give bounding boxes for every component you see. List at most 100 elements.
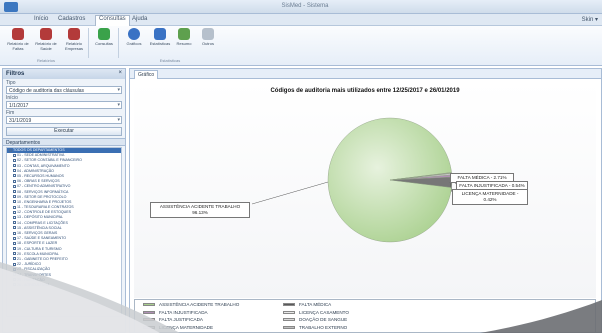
execute-button[interactable]: Executar: [6, 127, 122, 136]
checkbox-icon[interactable]: [13, 267, 16, 271]
checkbox-icon[interactable]: [13, 158, 16, 162]
filter-panel-title: Filtros: [6, 71, 25, 77]
report-empresas-button[interactable]: Relatório Empresas: [60, 28, 88, 58]
outros-button[interactable]: Outros: [194, 28, 222, 58]
checkbox-icon[interactable]: [13, 231, 16, 235]
legend-label: ASSISTÊNCIA ACIDENTE TRABALHO: [159, 302, 240, 307]
checkbox-icon[interactable]: [13, 210, 16, 214]
checkbox-icon[interactable]: [13, 215, 16, 219]
department-tree[interactable]: TODOS OS DEPARTAMENTOS 01 - SEDE ADMINIST…: [6, 147, 122, 317]
tree-item-label: 11 - TESOURARIA E CONTRATOS: [17, 205, 74, 210]
legend-swatch: [283, 325, 295, 329]
legend-item: DOAÇÃO DE SANGUE: [283, 317, 347, 322]
checkbox-icon[interactable]: [13, 164, 16, 168]
checkbox-icon[interactable]: [13, 153, 16, 157]
ribbon-group-label: Relatórios: [36, 58, 55, 63]
tree-item-label: 25 - HABITAÇÃO: [17, 277, 45, 282]
menu-consultas[interactable]: Consultas: [95, 15, 130, 26]
report-red-icon: [12, 28, 24, 40]
menu-ajuda[interactable]: Ajuda: [132, 16, 147, 22]
checkbox-icon[interactable]: [13, 236, 16, 240]
legend-label: TRABALHO EXTERNO: [299, 324, 348, 330]
tree-item-label: 03 - CONTAS, ARQUIVAMENTO: [17, 163, 70, 168]
start-date-label: Início: [6, 95, 18, 101]
ribbon: Relatório de Faltas Relatório de Saúde R…: [0, 26, 602, 66]
ribbon-button-label: Relatório Empresas: [64, 41, 83, 51]
legend-item: FALTA MÉDICA: [283, 302, 331, 307]
ribbon-button-label: Relatório de Saúde: [35, 41, 57, 51]
tree-item-label: 07 - CENTRO ADMINISTRATIVO: [17, 184, 71, 189]
checkbox-icon[interactable]: [13, 190, 16, 194]
report-red-icon: [40, 28, 52, 40]
menu-bar: Início Cadastros Consultas Ajuda Skin ▾: [0, 14, 602, 26]
people-icon: [154, 28, 166, 40]
legend-swatch: [143, 303, 155, 307]
type-select[interactable]: Código de auditoria das cláusulas ▾: [6, 86, 122, 94]
consultas-button[interactable]: Consultas: [90, 28, 118, 58]
ribbon-button-label: Outros: [201, 41, 214, 46]
legend-label: FALTA JUSTIFICADA: [159, 317, 203, 322]
tree-item-label: 09 - SETOR DE PROTOCOLO: [17, 194, 67, 199]
filter-panel: Filtros × Tipo Código de auditoria das c…: [2, 68, 126, 333]
legend-swatch: [283, 303, 295, 307]
legend-item: LICENÇA CASAMENTO: [283, 310, 349, 315]
chevron-down-icon[interactable]: ▾: [117, 102, 120, 108]
filter-panel-header: Filtros ×: [3, 69, 125, 79]
checkbox-icon[interactable]: [13, 179, 16, 183]
report-faltas-button[interactable]: Relatório de Faltas: [4, 28, 32, 58]
end-date-field[interactable]: 31/1/2019 ▾: [6, 116, 122, 124]
checkbox-icon[interactable]: [9, 148, 12, 152]
graficos-button[interactable]: Gráficos: [120, 28, 148, 58]
menu-cadastros[interactable]: Cadastros: [58, 16, 85, 22]
ribbon-separator: [118, 28, 119, 58]
report-saude-button[interactable]: Relatório de Saúde: [32, 28, 60, 58]
tree-icon: [178, 28, 190, 40]
legend-label: FALTA MÉDICA: [299, 302, 332, 307]
legend-swatch: [143, 325, 155, 329]
tab-chart[interactable]: Gráfico: [134, 70, 159, 79]
title-bar: SisMed - Sistema: [0, 0, 602, 14]
legend-swatch: [283, 310, 295, 314]
checkbox-icon[interactable]: [13, 205, 16, 209]
app-logo-icon[interactable]: [4, 2, 18, 12]
menu-inicio[interactable]: Início: [34, 16, 48, 22]
globe-icon: [128, 28, 140, 40]
report-red-icon: [68, 28, 80, 40]
tree-item-label: 21 - GABINETE DO PREFEITO: [17, 256, 68, 261]
chevron-down-icon[interactable]: ▾: [117, 117, 120, 123]
chart-legend: ASSISTÊNCIA ACIDENTE TRABALHO FALTA INJUS…: [134, 299, 596, 333]
legend-swatch: [143, 310, 155, 314]
checkbox-icon[interactable]: [13, 257, 16, 261]
skin-selector[interactable]: Skin ▾: [582, 16, 598, 23]
checkbox-icon[interactable]: [13, 278, 16, 282]
legend-label: LICENÇA MATERNIDADE: [159, 324, 214, 330]
checkbox-icon[interactable]: [13, 247, 16, 251]
tree-item-label: 12 - CONTROLE DE ESTOQUES: [17, 210, 72, 215]
checkbox-icon[interactable]: [13, 174, 16, 178]
checkbox-icon[interactable]: [13, 262, 16, 266]
checkbox-icon[interactable]: [13, 252, 16, 256]
close-icon[interactable]: ×: [118, 70, 122, 76]
tree-item-label: 22 - JURÍDICO: [17, 262, 42, 267]
checkbox-icon[interactable]: [13, 283, 16, 287]
start-date-field[interactable]: 1/1/2017 ▾: [6, 101, 122, 109]
main-panel: Gráfico Códigos de auditoria mais utiliz…: [129, 68, 602, 333]
legend-item: ASSISTÊNCIA ACIDENTE TRABALHO: [143, 302, 239, 307]
checkbox-icon[interactable]: [13, 273, 16, 277]
checkbox-icon[interactable]: [13, 195, 16, 199]
chevron-down-icon[interactable]: ▾: [117, 87, 120, 93]
checkbox-icon[interactable]: [13, 226, 16, 230]
checkbox-icon[interactable]: [13, 241, 16, 245]
ribbon-separator: [88, 28, 89, 58]
checkbox-icon[interactable]: [13, 200, 16, 204]
tree-item[interactable]: 26 - AGRICULTURA: [7, 283, 121, 288]
tree-item-label: 01 - SEDE ADMINISTRATIVA: [17, 153, 65, 158]
end-date-value: 31/1/2019: [9, 118, 32, 124]
legend-item: TRABALHO EXTERNO: [283, 325, 347, 330]
checkbox-icon[interactable]: [13, 184, 16, 188]
legend-label: DOAÇÃO DE SANGUE: [299, 317, 348, 322]
checkbox-icon[interactable]: [13, 221, 16, 225]
tree-item-label: 04 - ADMINISTRAÇÃO: [17, 168, 54, 173]
checkbox-icon[interactable]: [13, 169, 16, 173]
slice-label-assistencia: ASSISTÊNCIA ACIDENTE TRABALHO 96.13%: [150, 202, 250, 218]
